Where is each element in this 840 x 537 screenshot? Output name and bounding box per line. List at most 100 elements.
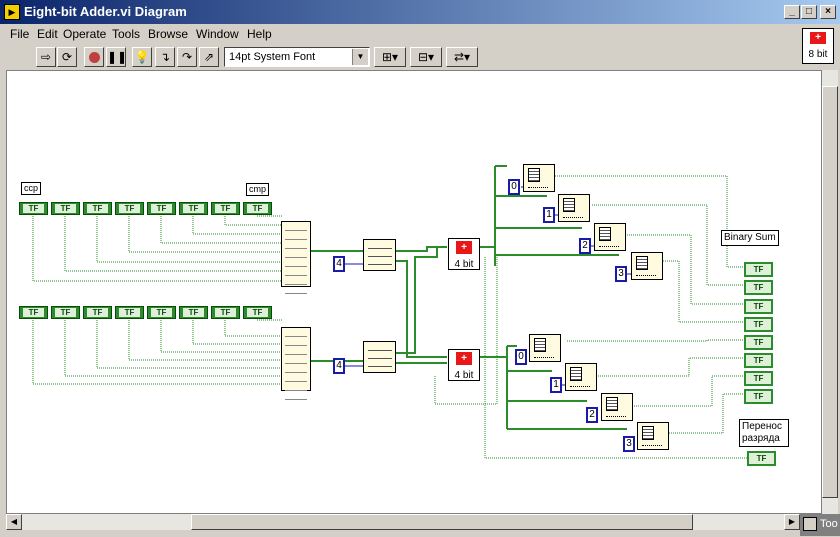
distribute-objects-icon[interactable]: ⊟▾ (410, 47, 442, 67)
menu-file[interactable]: File (10, 27, 29, 41)
adder-subvi-upper[interactable]: + 4 bit (448, 238, 480, 270)
bool-indicator-sum-1[interactable]: TF (744, 280, 773, 295)
bool-const-a6[interactable]: TF (211, 202, 240, 215)
bool-indicator-sum-7[interactable]: TF (744, 389, 773, 404)
menu-help[interactable]: Help (247, 27, 272, 41)
bool-const-b0[interactable]: TF (19, 306, 48, 319)
bool-indicator-sum-4[interactable]: TF (744, 335, 773, 350)
index-array-upper-2[interactable] (594, 223, 626, 251)
title-bar: ▶ Eight-bit Adder.vi Diagram _ □ × (0, 0, 840, 24)
bool-const-a2[interactable]: TF (83, 202, 112, 215)
menu-operate[interactable]: Operate (63, 27, 106, 41)
index-array-upper-3[interactable] (631, 252, 663, 280)
menu-tools[interactable]: Tools (112, 27, 140, 41)
menu-window[interactable]: Window (196, 27, 239, 41)
menu-edit[interactable]: Edit (37, 27, 58, 41)
index-const-upper-0[interactable]: 0 (508, 179, 520, 195)
carry-label: Перенос разряда (739, 419, 789, 447)
index-const-upper-2[interactable]: 2 (579, 238, 591, 254)
numeric-const-a[interactable]: 4 (333, 256, 345, 272)
split-array-b[interactable] (363, 341, 396, 373)
bool-const-a5[interactable]: TF (179, 202, 208, 215)
vi-icon[interactable]: + 8 bit (802, 28, 834, 64)
index-const-upper-1[interactable]: 1 (543, 207, 555, 223)
bool-indicator-sum-5[interactable]: TF (744, 353, 773, 368)
adder-subvi-lower[interactable]: + 4 bit (448, 349, 480, 381)
bool-indicator-sum-2[interactable]: TF (744, 299, 773, 314)
tools-palette-button[interactable]: Too (800, 514, 840, 536)
maximize-button[interactable]: □ (801, 5, 817, 19)
label-ccp: ccp (21, 182, 42, 195)
bool-const-a4[interactable]: TF (147, 202, 176, 215)
bool-const-b6[interactable]: TF (211, 306, 240, 319)
run-continuously-icon[interactable]: ⟳ (57, 47, 77, 67)
plus-icon: + (810, 32, 826, 44)
index-const-lower-0[interactable]: 0 (515, 349, 527, 365)
index-array-lower-2[interactable] (601, 393, 633, 421)
reorder-icon[interactable]: ⇄▾ (446, 47, 478, 67)
block-diagram[interactable]: ccp cmp TF TF TF TF TF TF TF TF TF TF TF… (6, 70, 822, 514)
build-array-b[interactable] (281, 327, 311, 400)
chevron-down-icon: ▼ (352, 49, 368, 65)
menu-bar: File Edit Operate Tools Browse Window He… (0, 24, 840, 44)
bool-const-a7[interactable]: TF (243, 202, 272, 215)
scroll-right-arrow-icon[interactable]: ▶ (784, 514, 800, 530)
minimize-button[interactable]: _ (784, 5, 800, 19)
scroll-left-arrow-icon[interactable]: ◀ (6, 514, 22, 530)
vertical-scroll-thumb[interactable] (822, 86, 838, 498)
adder-label-lower: 4 bit (454, 370, 474, 381)
tools-label: Too (820, 518, 838, 530)
plus-icon: + (456, 352, 472, 365)
wires (32, 165, 747, 459)
bool-indicator-carry[interactable]: TF (747, 451, 776, 466)
index-array-upper-1[interactable] (558, 194, 590, 222)
bool-const-a0[interactable]: TF (19, 202, 48, 215)
index-const-lower-2[interactable]: 2 (586, 407, 598, 423)
binary-sum-label: Binary Sum (721, 230, 779, 246)
tools-icon (803, 517, 817, 531)
horizontal-scrollbar[interactable]: ◀ ▶ (6, 514, 800, 530)
font-select[interactable]: 14pt System Font ▼ (224, 47, 370, 67)
step-out-icon[interactable]: ⇗ (199, 47, 219, 67)
bool-const-a3[interactable]: TF (115, 202, 144, 215)
index-array-lower-0[interactable] (529, 334, 561, 362)
adder-label-upper: 4 bit (454, 259, 474, 270)
bool-const-b7[interactable]: TF (243, 306, 272, 319)
window-title: Eight-bit Adder.vi Diagram (24, 4, 187, 19)
vertical-scrollbar[interactable] (822, 70, 838, 514)
bool-const-b4[interactable]: TF (147, 306, 176, 319)
step-over-icon[interactable]: ↷ (177, 47, 197, 67)
pause-icon[interactable]: ❚❚ (106, 47, 127, 67)
bool-const-a1[interactable]: TF (51, 202, 80, 215)
build-array-a[interactable] (281, 221, 311, 294)
horizontal-scroll-thumb[interactable] (191, 514, 693, 530)
plus-icon: + (456, 241, 472, 254)
menu-browse[interactable]: Browse (148, 27, 188, 41)
align-objects-icon[interactable]: ⊞▾ (374, 47, 406, 67)
index-array-lower-1[interactable] (565, 363, 597, 391)
label-cmp: cmp (246, 183, 270, 196)
numeric-const-b[interactable]: 4 (333, 358, 345, 374)
bool-const-b1[interactable]: TF (51, 306, 80, 319)
index-const-lower-3[interactable]: 3 (623, 436, 635, 452)
bool-indicator-sum-3[interactable]: TF (744, 317, 773, 332)
vi-icon-label: 8 bit (808, 49, 828, 60)
split-array-a[interactable] (363, 239, 396, 271)
highlight-execution-icon[interactable]: 💡 (132, 47, 152, 67)
index-array-lower-3[interactable] (637, 422, 669, 450)
bool-indicator-sum-0[interactable]: TF (744, 262, 773, 277)
bool-const-b5[interactable]: TF (179, 306, 208, 319)
close-button[interactable]: × (820, 5, 836, 19)
bool-indicator-sum-6[interactable]: TF (744, 371, 773, 386)
index-const-lower-1[interactable]: 1 (550, 377, 562, 393)
font-select-value: 14pt System Font (229, 51, 316, 63)
abort-stop-icon[interactable] (84, 47, 104, 67)
labview-app-icon[interactable]: ▶ (4, 4, 20, 20)
bool-const-b3[interactable]: TF (115, 306, 144, 319)
toolbar: ⇨ ⟳ ❚❚ 💡 ↴ ↷ ⇗ 14pt System Font ▼ ⊞▾ ⊟▾ … (0, 44, 840, 70)
step-into-icon[interactable]: ↴ (155, 47, 175, 67)
bool-const-b2[interactable]: TF (83, 306, 112, 319)
index-array-upper-0[interactable] (523, 164, 555, 192)
run-arrow-icon[interactable]: ⇨ (36, 47, 56, 67)
index-const-upper-3[interactable]: 3 (615, 266, 627, 282)
